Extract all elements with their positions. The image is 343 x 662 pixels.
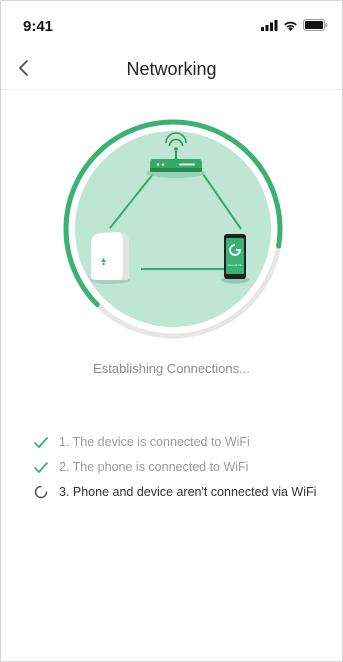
step-label: 2. The phone is connected to WiFi	[59, 460, 249, 474]
nav-bar: Networking	[1, 49, 342, 90]
step-item: 3. Phone and device aren't connected via…	[33, 483, 323, 501]
step-label: 1. The device is connected to WiFi	[59, 435, 250, 449]
step-label: 3. Phone and device aren't connected via…	[59, 485, 317, 499]
phone-icon: GreenLink	[221, 234, 249, 284]
status-bar: 9:41	[1, 1, 342, 45]
checkmark-icon	[33, 458, 49, 476]
connection-steps-list: 1. The device is connected to WiFi 2. Th…	[33, 433, 323, 508]
status-time: 9:41	[23, 18, 54, 35]
connection-illustration: GreenLink	[63, 116, 283, 346]
smart-device-icon	[90, 232, 130, 284]
checkmark-icon	[33, 433, 49, 451]
page-title: Networking	[126, 59, 217, 79]
signal-icon	[261, 19, 278, 31]
phone-app-label: GreenLink	[228, 263, 242, 267]
step-item: 1. The device is connected to WiFi	[33, 433, 323, 451]
wifi-icon	[284, 21, 297, 31]
app-screen: 9:41 Networking GreenLink Establishing C…	[0, 0, 343, 662]
connection-status-message: Establishing Connections...	[93, 361, 250, 376]
loading-spinner-icon	[33, 483, 49, 501]
step-item: 2. The phone is connected to WiFi	[33, 458, 323, 476]
status-icons	[261, 18, 328, 32]
battery-icon	[303, 19, 328, 31]
